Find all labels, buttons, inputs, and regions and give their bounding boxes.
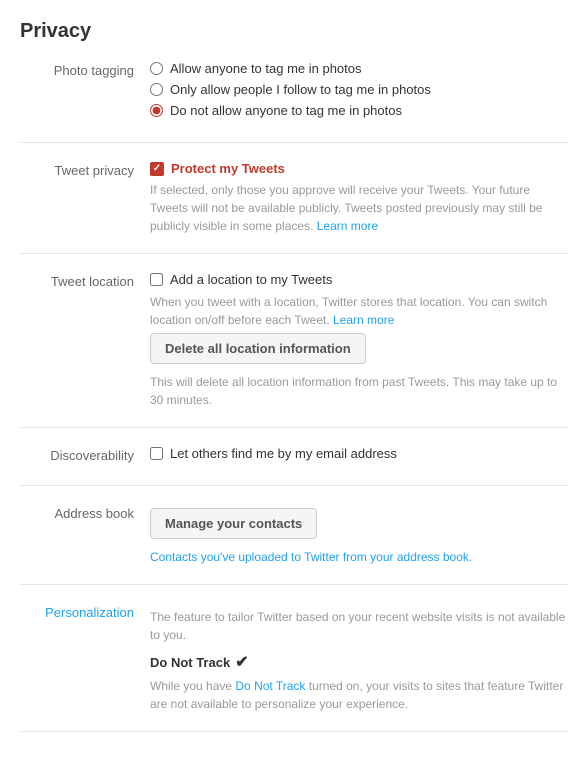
do-not-track-row: Do Not Track ✔ bbox=[150, 652, 568, 672]
address-book-content: Manage your contacts Contacts you've upl… bbox=[150, 504, 568, 566]
address-book-description: Contacts you've uploaded to Twitter from… bbox=[150, 548, 568, 566]
tweet-privacy-label: Tweet privacy bbox=[20, 161, 150, 235]
protect-tweets-row: Protect my Tweets bbox=[150, 161, 568, 176]
address-book-section: Address book Manage your contacts Contac… bbox=[20, 504, 568, 585]
tweet-location-learn-more[interactable]: Learn more bbox=[333, 313, 394, 327]
manage-contacts-button[interactable]: Manage your contacts bbox=[150, 508, 317, 539]
photo-follow-radio[interactable] bbox=[150, 83, 163, 96]
add-location-label: Add a location to my Tweets bbox=[170, 272, 332, 287]
photo-tagging-label: Photo tagging bbox=[20, 61, 150, 124]
discoverability-label: Discoverability bbox=[20, 446, 150, 467]
personalization-label: Personalization bbox=[20, 603, 150, 713]
tweet-location-section: Tweet location Add a location to my Twee… bbox=[20, 272, 568, 428]
tweet-location-content: Add a location to my Tweets When you twe… bbox=[150, 272, 568, 409]
address-book-label: Address book bbox=[20, 504, 150, 566]
photo-follow-label: Only allow people I follow to tag me in … bbox=[170, 82, 431, 97]
add-location-checkbox[interactable] bbox=[150, 273, 163, 286]
photo-none-label: Do not allow anyone to tag me in photos bbox=[170, 103, 402, 118]
personalization-description1: The feature to tailor Twitter based on y… bbox=[150, 608, 568, 644]
tweet-location-description: When you tweet with a location, Twitter … bbox=[150, 293, 568, 329]
page-title: Privacy bbox=[20, 20, 568, 43]
personalization-section: Personalization The feature to tailor Tw… bbox=[20, 603, 568, 732]
discoverability-section: Discoverability Let others find me by my… bbox=[20, 446, 568, 486]
do-not-track-label: Do Not Track bbox=[150, 655, 230, 670]
photo-anyone-label: Allow anyone to tag me in photos bbox=[170, 61, 362, 76]
discoverability-checkbox-label: Let others find me by my email address bbox=[170, 446, 397, 461]
discoverability-content: Let others find me by my email address bbox=[150, 446, 568, 467]
add-location-row: Add a location to my Tweets bbox=[150, 272, 568, 287]
do-not-track-checkmark: ✔ bbox=[235, 652, 248, 672]
photo-none-radio[interactable] bbox=[150, 104, 163, 117]
photo-anyone-radio[interactable] bbox=[150, 62, 163, 75]
photo-option-none: Do not allow anyone to tag me in photos bbox=[150, 103, 568, 118]
tweet-privacy-content: Protect my Tweets If selected, only thos… bbox=[150, 161, 568, 235]
photo-tagging-section: Photo tagging Allow anyone to tag me in … bbox=[20, 61, 568, 143]
photo-tagging-content: Allow anyone to tag me in photos Only al… bbox=[150, 61, 568, 124]
tweet-location-label: Tweet location bbox=[20, 272, 150, 409]
email-discoverability-row: Let others find me by my email address bbox=[150, 446, 568, 461]
delete-location-description: This will delete all location informatio… bbox=[150, 373, 568, 409]
photo-option-follow: Only allow people I follow to tag me in … bbox=[150, 82, 568, 97]
personalization-description2: While you have Do Not Track turned on, y… bbox=[150, 677, 568, 713]
tweet-privacy-section: Tweet privacy Protect my Tweets If selec… bbox=[20, 161, 568, 254]
discoverability-checkbox[interactable] bbox=[150, 447, 163, 460]
tweet-privacy-learn-more[interactable]: Learn more bbox=[317, 219, 378, 233]
protect-tweets-checkbox[interactable] bbox=[150, 162, 164, 176]
delete-location-button[interactable]: Delete all location information bbox=[150, 333, 366, 364]
protect-tweets-label: Protect my Tweets bbox=[171, 161, 285, 176]
photo-option-anyone: Allow anyone to tag me in photos bbox=[150, 61, 568, 76]
do-not-track-link[interactable]: Do Not Track bbox=[235, 679, 305, 693]
address-book-link: Contacts you've uploaded to Twitter from… bbox=[150, 550, 472, 564]
tweet-privacy-description: If selected, only those you approve will… bbox=[150, 181, 568, 235]
personalization-content: The feature to tailor Twitter based on y… bbox=[150, 603, 568, 713]
